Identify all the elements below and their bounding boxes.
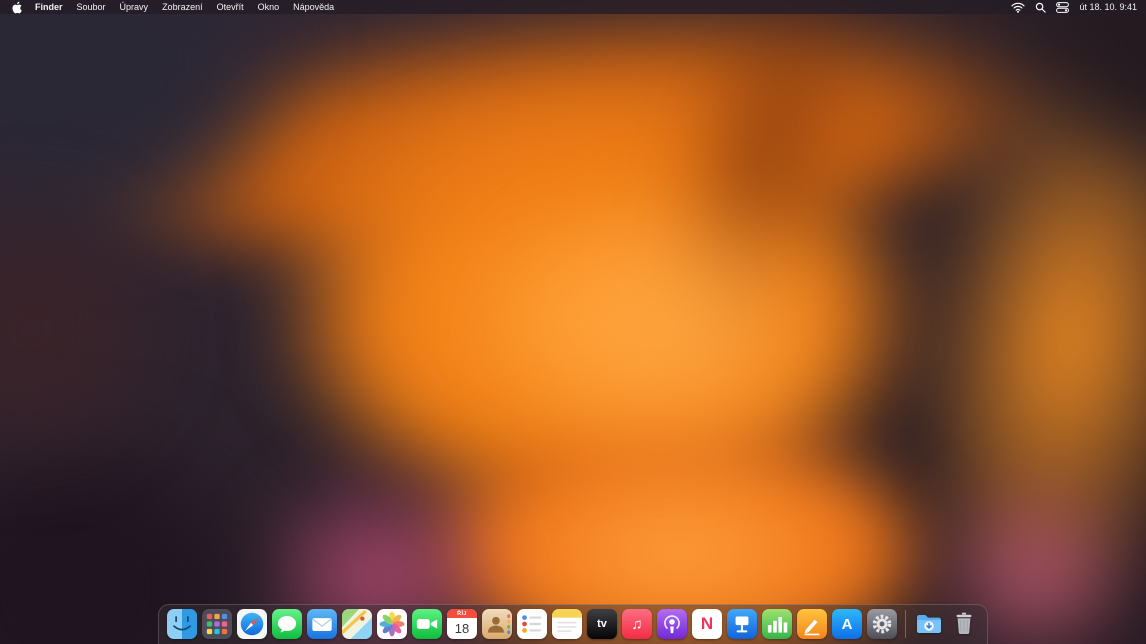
dock-icon-finder[interactable] xyxy=(167,609,197,639)
dock-icon-podcasts[interactable] xyxy=(657,609,687,639)
menu-item-soubor[interactable]: Soubor xyxy=(70,0,113,14)
dock-icon-contacts[interactable] xyxy=(482,609,512,639)
dock-icon-system-settings[interactable] xyxy=(867,609,897,639)
dock-icon-safari[interactable] xyxy=(237,609,267,639)
control-center-icon[interactable] xyxy=(1051,2,1074,13)
wifi-icon[interactable] xyxy=(1006,2,1030,13)
dock-icon-reminders[interactable] xyxy=(517,609,547,639)
dock-icon-downloads-folder[interactable] xyxy=(914,609,944,639)
apple-tv-glyph: tv xyxy=(597,618,607,630)
dock-icon-mail[interactable] xyxy=(307,609,337,639)
dock-icon-launchpad[interactable] xyxy=(202,609,232,639)
dock-icon-app-store[interactable]: A xyxy=(832,609,862,639)
dock-icon-pages[interactable] xyxy=(797,609,827,639)
dock-icon-notes[interactable] xyxy=(552,609,582,639)
trash-icon[interactable] xyxy=(949,609,979,639)
news-glyph: N xyxy=(701,614,713,634)
dock-icon-keynote[interactable] xyxy=(727,609,757,639)
menu-item-napoveda[interactable]: Nápověda xyxy=(286,0,341,14)
dock-icon-calendar[interactable]: ŘÍJ 18 xyxy=(447,609,477,639)
music-note-glyph: ♫ xyxy=(631,616,642,633)
apple-menu-icon[interactable] xyxy=(9,1,28,14)
menu-bar-clock[interactable]: út 18. 10. 9:41 xyxy=(1074,2,1137,12)
desktop-wallpaper xyxy=(0,0,1146,644)
menu-item-zobrazeni[interactable]: Zobrazení xyxy=(155,0,210,14)
search-icon[interactable] xyxy=(1030,2,1051,13)
desktop: Finder Soubor Úpravy Zobrazení Otevřít O… xyxy=(0,0,1146,644)
dock-icon-apple-tv[interactable]: tv xyxy=(587,609,617,639)
wallpaper-shape xyxy=(480,180,860,480)
dock-icon-maps[interactable] xyxy=(342,609,372,639)
menu-item-finder[interactable]: Finder xyxy=(28,0,70,14)
app-store-glyph: A xyxy=(842,616,853,633)
calendar-day-label: 18 xyxy=(447,617,477,639)
dock: ŘÍJ 18 xyxy=(158,604,988,644)
menu-item-upravy[interactable]: Úpravy xyxy=(113,0,156,14)
dock-icon-numbers[interactable] xyxy=(762,609,792,639)
dock-icon-messages[interactable] xyxy=(272,609,302,639)
dock-icon-news[interactable]: N xyxy=(692,609,722,639)
dock-icon-music[interactable]: ♫ xyxy=(622,609,652,639)
menu-bar: Finder Soubor Úpravy Zobrazení Otevřít O… xyxy=(0,0,1146,14)
dock-icon-facetime[interactable] xyxy=(412,609,442,639)
menu-item-okno[interactable]: Okno xyxy=(251,0,287,14)
menu-item-otevrit[interactable]: Otevřít xyxy=(210,0,251,14)
dock-separator xyxy=(905,610,906,638)
dock-icon-photos[interactable] xyxy=(377,609,407,639)
